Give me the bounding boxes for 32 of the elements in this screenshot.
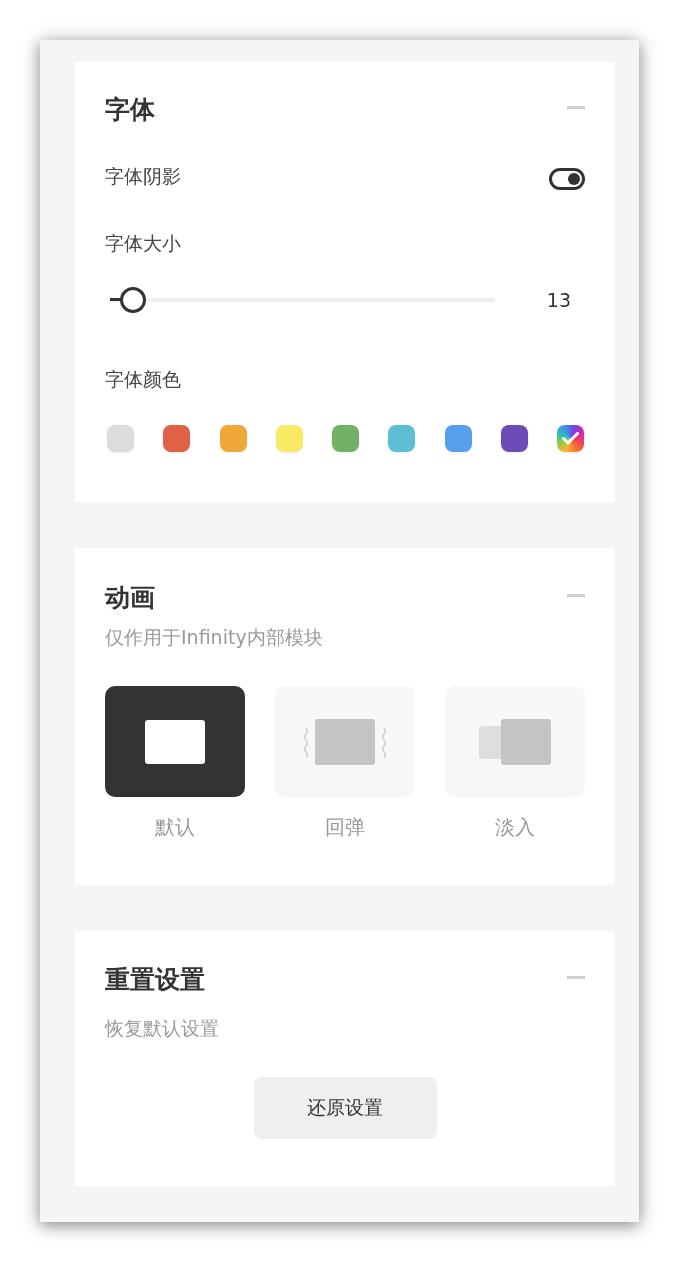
animation-option[interactable]	[105, 686, 245, 797]
setting-label: 字体阴影	[105, 164, 181, 189]
gradient-swatch[interactable]	[557, 425, 584, 452]
minus-icon[interactable]	[567, 975, 585, 979]
toggle-switch[interactable]	[549, 168, 585, 190]
minus-icon[interactable]	[567, 105, 585, 109]
color-swatch[interactable]	[500, 425, 528, 452]
option-label: 回弹	[325, 814, 365, 841]
rectangle-icon	[145, 719, 205, 764]
color-swatch[interactable]	[107, 425, 134, 452]
slider-thumb[interactable]	[120, 287, 147, 313]
section-title: 字体	[105, 94, 155, 126]
setting-label: 字体大小	[105, 231, 181, 256]
color-swatch[interactable]	[388, 425, 416, 452]
minus-icon[interactable]	[567, 593, 585, 597]
setting-label: 字体颜色	[105, 367, 181, 392]
option-label: 淡入	[495, 814, 535, 841]
section-title: 动画	[105, 582, 155, 614]
color-swatch[interactable]	[219, 425, 247, 452]
overlapping-rectangles-icon	[479, 718, 551, 765]
color-swatch[interactable]	[332, 425, 359, 452]
section-title: 重置设置	[105, 964, 205, 996]
slider-value: 13	[546, 289, 571, 311]
restore-settings-button[interactable]: 还原设置	[253, 1077, 437, 1139]
color-swatch[interactable]	[275, 425, 303, 452]
section-description: 恢复默认设置	[105, 1016, 219, 1041]
color-swatch[interactable]	[163, 425, 191, 452]
section-description: 仅作用于Infinity内部模块	[105, 625, 323, 650]
vibrating-rectangle-icon	[303, 718, 387, 765]
color-swatch[interactable]	[444, 425, 472, 452]
check-icon	[562, 432, 579, 445]
option-label: 默认	[155, 814, 195, 841]
